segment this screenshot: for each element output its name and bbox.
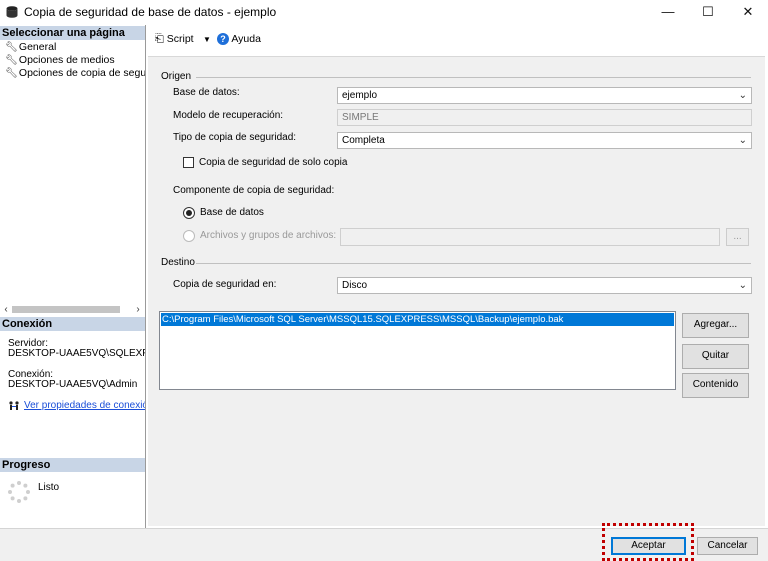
help-icon: ? bbox=[217, 33, 229, 45]
page-item-label: Opciones de copia de seguridad bbox=[18, 67, 146, 79]
component-database-label[interactable]: Base de datos bbox=[200, 207, 264, 218]
backup-component-label: Componente de copia de seguridad: bbox=[173, 185, 335, 196]
script-button[interactable]: ⎗ Script bbox=[155, 33, 194, 46]
backup-type-value: Completa bbox=[342, 135, 385, 146]
cancel-button[interactable]: Cancelar bbox=[697, 537, 758, 555]
page-item-label: Opciones de medios bbox=[18, 54, 115, 66]
select-page-header: Seleccionar una página bbox=[0, 26, 145, 40]
view-connection-properties-link[interactable]: Ver propiedades de conexión bbox=[24, 400, 145, 411]
recovery-model-value: SIMPLE bbox=[342, 112, 379, 123]
wrench-icon: 🔧︎ bbox=[5, 55, 18, 66]
destination-divider bbox=[196, 263, 751, 264]
scroll-right-icon[interactable]: › bbox=[132, 302, 144, 317]
close-button[interactable]: ✕ bbox=[728, 0, 768, 24]
progress-status: Listo bbox=[38, 482, 60, 493]
origin-group-title: Origen bbox=[161, 71, 192, 82]
destination-group-title: Destino bbox=[161, 257, 195, 268]
page-item-general[interactable]: 🔧︎ General bbox=[5, 41, 56, 53]
general-page: Origen Base de datos: ejemplo ⌄ Modelo d… bbox=[148, 56, 765, 526]
script-label: Script bbox=[166, 33, 194, 45]
add-button[interactable]: Agregar... bbox=[682, 313, 749, 338]
server-value: DESKTOP-UAAE5VQ\SQLEXPRESS bbox=[8, 348, 145, 359]
origin-divider bbox=[196, 77, 751, 78]
radio-selected-dot bbox=[186, 210, 192, 216]
recovery-model-field: SIMPLE bbox=[337, 109, 752, 126]
page-item-media-options[interactable]: 🔧︎ Opciones de medios bbox=[5, 54, 115, 66]
progress-header: Progreso bbox=[0, 458, 145, 472]
copy-only-checkbox[interactable] bbox=[183, 157, 194, 168]
recovery-model-label: Modelo de recuperación: bbox=[173, 110, 284, 121]
backup-to-label: Copia de seguridad en: bbox=[173, 279, 277, 290]
wrench-icon: 🔧︎ bbox=[5, 68, 18, 79]
backup-to-select[interactable]: Disco ⌄ bbox=[337, 277, 752, 294]
contents-button[interactable]: Contenido bbox=[682, 373, 749, 398]
page-item-label: General bbox=[18, 41, 57, 53]
backup-type-select[interactable]: Completa ⌄ bbox=[337, 132, 752, 149]
toolbar: ⎗ Script ▼ ? Ayuda bbox=[147, 25, 768, 53]
database-select[interactable]: ejemplo ⌄ bbox=[337, 87, 752, 104]
left-panel: Seleccionar una página 🔧︎ General 🔧︎ Opc… bbox=[0, 25, 146, 528]
files-filegroups-field bbox=[340, 228, 720, 246]
backup-type-label: Tipo de copia de seguridad: bbox=[173, 132, 297, 143]
list-item[interactable]: C:\Program Files\Microsoft SQL Server\MS… bbox=[161, 313, 674, 326]
database-label: Base de datos: bbox=[173, 87, 240, 98]
chevron-down-icon: ⌄ bbox=[738, 280, 747, 291]
connection-value: DESKTOP-UAAE5VQ\Admin bbox=[8, 379, 138, 390]
browse-files-button[interactable]: ... bbox=[726, 228, 749, 246]
backup-destination-list[interactable]: C:\Program Files\Microsoft SQL Server\MS… bbox=[159, 311, 676, 390]
component-files-label[interactable]: Archivos y grupos de archivos: bbox=[200, 230, 336, 241]
title-bar: Copia de seguridad de base de datos - ej… bbox=[0, 0, 768, 24]
database-value: ejemplo bbox=[342, 90, 378, 101]
window-title: Copia de seguridad de base de datos - ej… bbox=[24, 5, 277, 19]
copy-only-label[interactable]: Copia de seguridad de solo copia bbox=[199, 157, 347, 168]
backup-to-value: Disco bbox=[342, 280, 368, 291]
progress-spinner-icon bbox=[8, 481, 30, 503]
wrench-icon: 🔧︎ bbox=[5, 42, 18, 53]
scroll-left-icon[interactable]: ‹ bbox=[0, 302, 12, 317]
connection-header: Conexión bbox=[0, 317, 145, 331]
remove-button[interactable]: Quitar bbox=[682, 344, 749, 369]
page-item-backup-options[interactable]: 🔧︎ Opciones de copia de seguridad bbox=[5, 67, 146, 79]
database-icon bbox=[6, 6, 18, 18]
script-icon: ⎗ bbox=[155, 33, 164, 45]
component-files-radio[interactable] bbox=[183, 230, 195, 242]
maximize-button[interactable]: ☐ bbox=[688, 0, 728, 24]
help-label: Ayuda bbox=[231, 33, 261, 45]
help-button[interactable]: ? Ayuda bbox=[217, 33, 261, 45]
scroll-thumb[interactable] bbox=[12, 306, 120, 313]
chevron-down-icon: ⌄ bbox=[738, 135, 747, 146]
chevron-down-icon: ⌄ bbox=[738, 90, 747, 101]
ok-button-highlight bbox=[602, 523, 694, 561]
minimize-button[interactable]: — bbox=[648, 0, 688, 24]
connection-properties-icon bbox=[9, 401, 19, 410]
component-database-radio[interactable] bbox=[183, 207, 195, 219]
script-dropdown-icon[interactable]: ▼ bbox=[203, 35, 211, 44]
horizontal-scrollbar[interactable]: ‹ › bbox=[0, 302, 145, 317]
